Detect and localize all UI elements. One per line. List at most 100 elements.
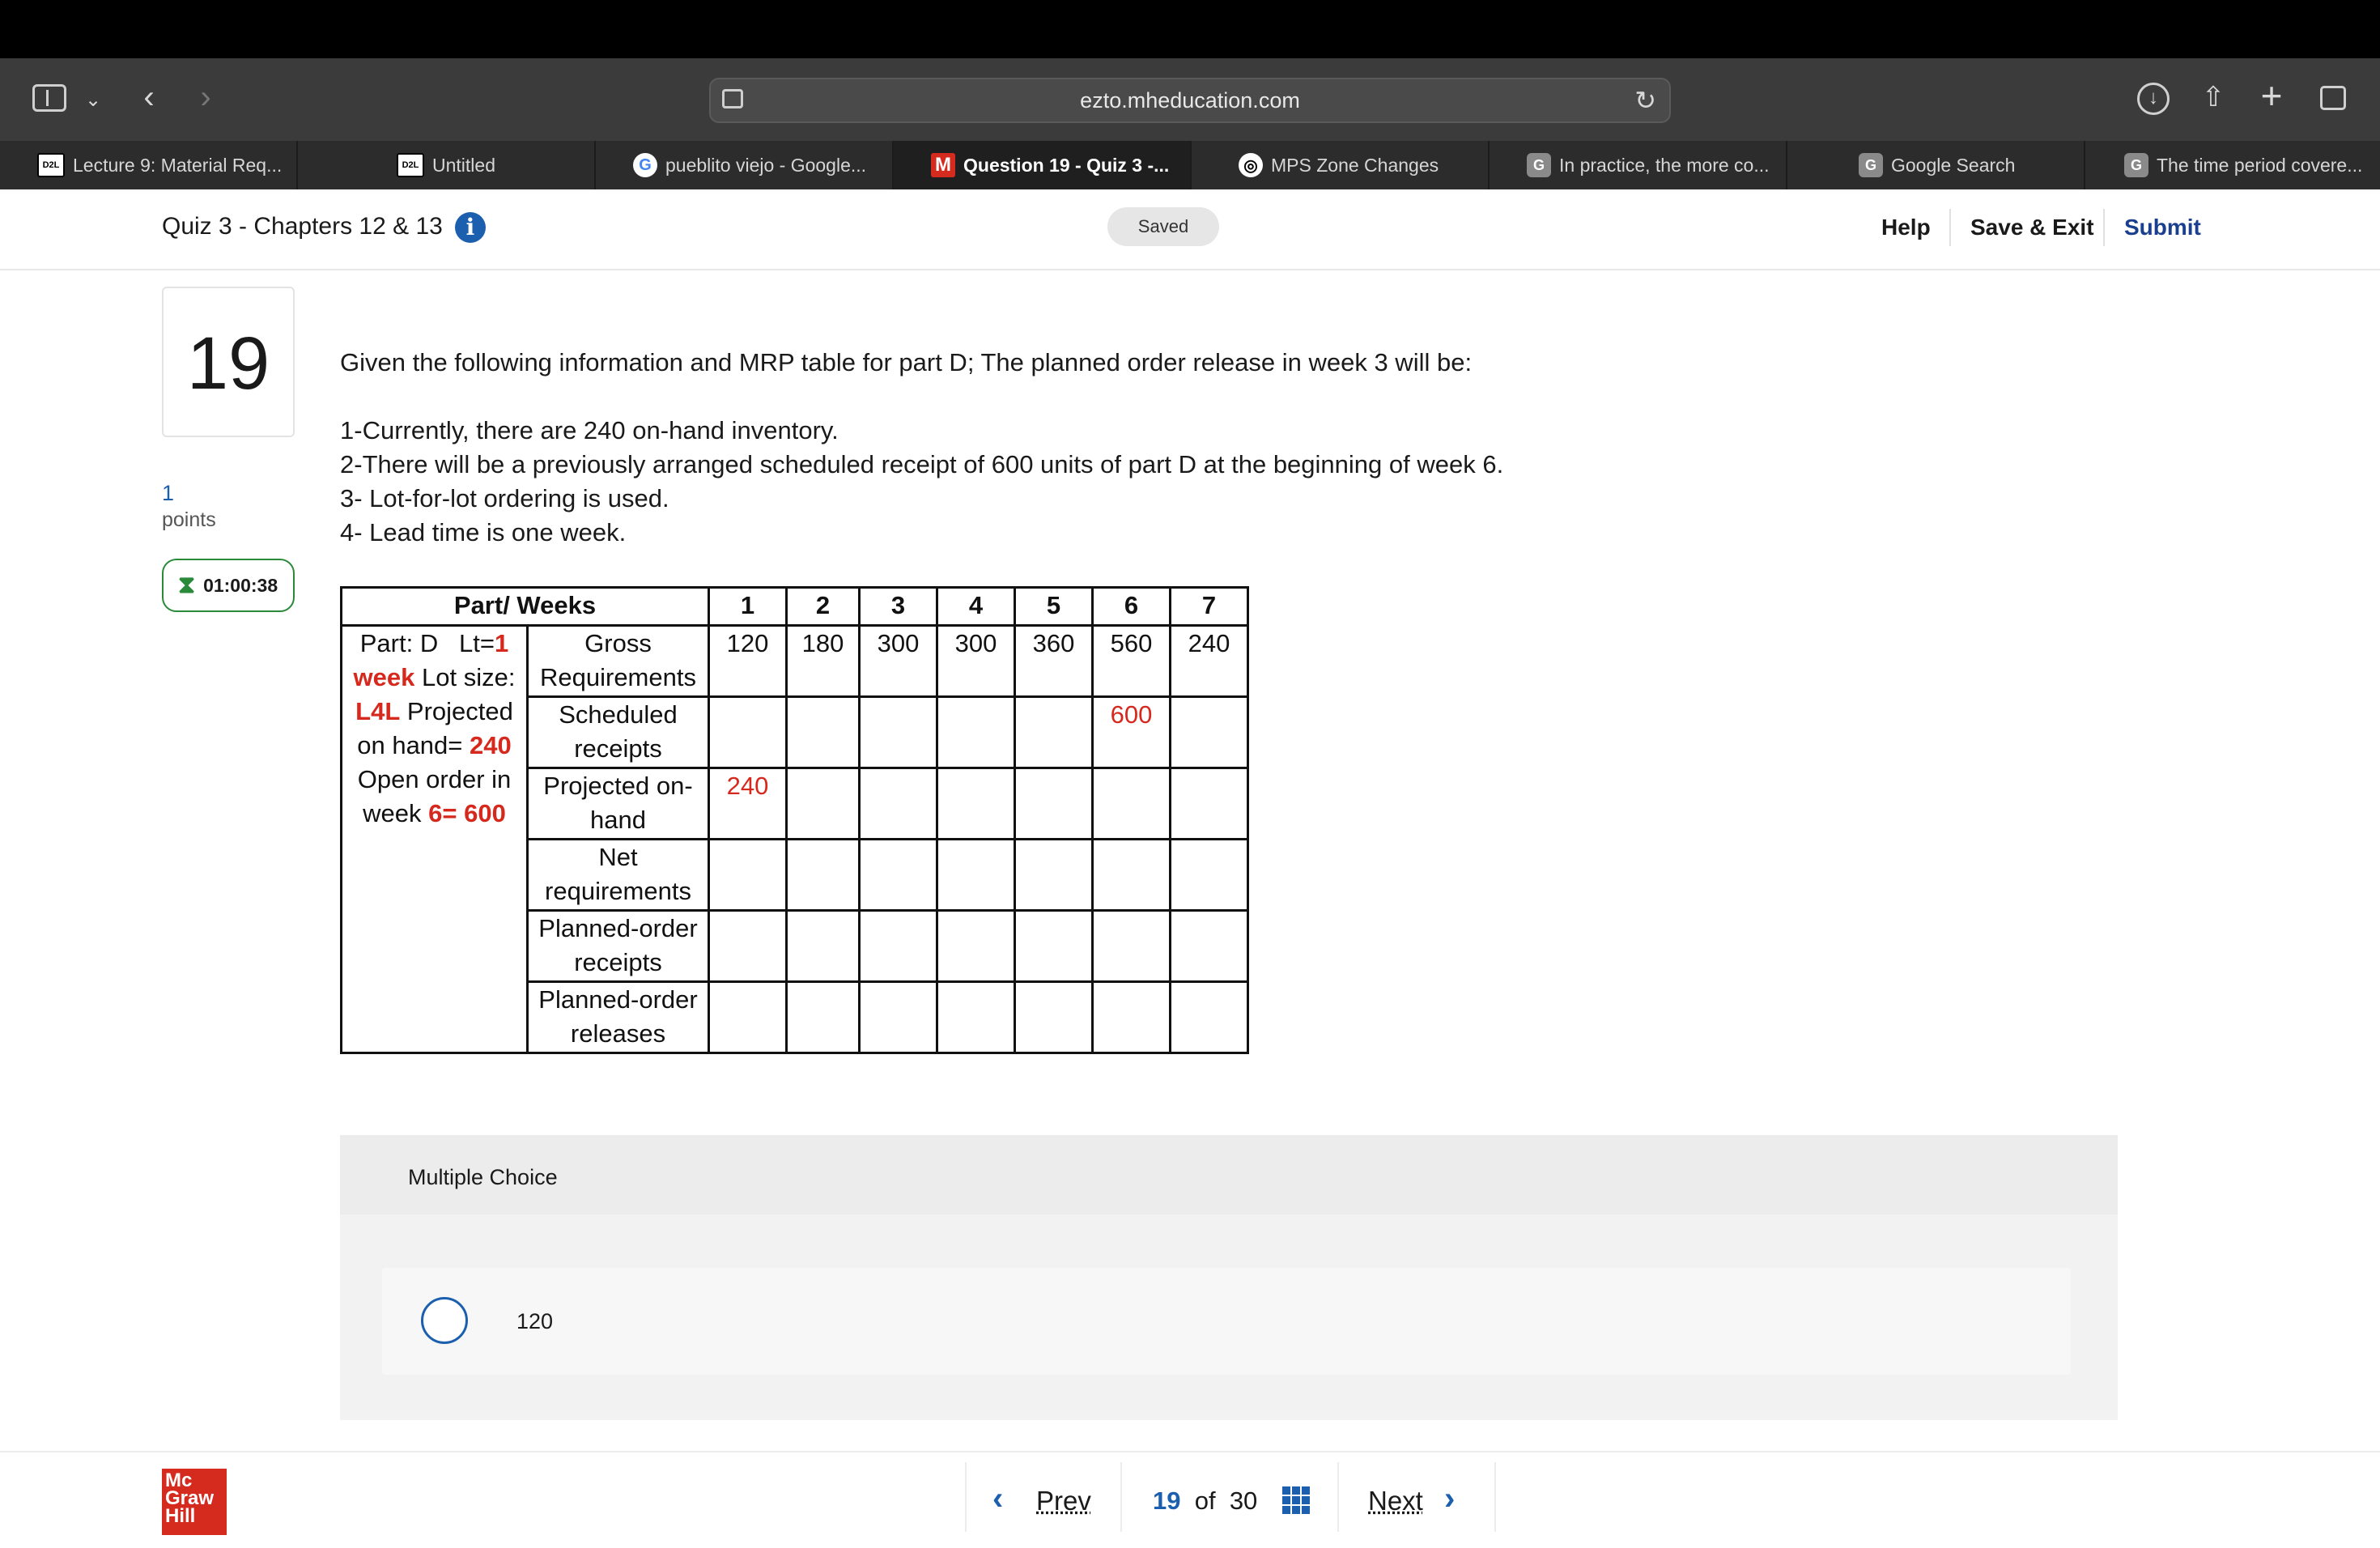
- tab-pueblito-viejo[interactable]: G pueblito viejo - Google...: [596, 141, 894, 189]
- tab-lecture-9[interactable]: D2L Lecture 9: Material Req...: [28, 141, 298, 189]
- divider: [1949, 209, 1951, 246]
- lt-value: 1: [495, 629, 509, 657]
- gross-cell: 300: [858, 624, 938, 698]
- tab-overview-icon[interactable]: [2320, 86, 2346, 110]
- address-bar[interactable]: ezto.mheducation.com ↻: [709, 78, 1671, 123]
- answer-radio[interactable]: [421, 1297, 468, 1344]
- gross-cell: 120: [708, 624, 788, 698]
- google-icon: G: [633, 153, 657, 177]
- scheduled-cell: [708, 695, 788, 769]
- scheduled-cell: [1169, 695, 1249, 769]
- google-icon: G: [1527, 153, 1551, 177]
- porel-cell: [785, 980, 861, 1054]
- screen-top-bar: [0, 0, 2380, 58]
- timer-value: 01:00:38: [203, 574, 278, 596]
- lot-size-value: L4L: [355, 697, 401, 725]
- week-label: week: [363, 799, 422, 827]
- porel-cell: [1169, 980, 1249, 1054]
- timer[interactable]: ⧗ 01:00:38: [162, 559, 295, 612]
- tab-in-practice[interactable]: G In practice, the more co...: [1490, 141, 1787, 189]
- gross-cell: 560: [1091, 624, 1171, 698]
- on-hand-value: 240: [470, 731, 512, 759]
- net-cell: [1014, 838, 1094, 912]
- gross-cell: 240: [1169, 624, 1249, 698]
- tab-question-19[interactable]: M Question 19 - Quiz 3 -...: [894, 141, 1192, 189]
- tab-label: The time period covere...: [2157, 154, 2363, 176]
- por-cell: [936, 909, 1016, 983]
- chevron-down-icon[interactable]: ⌄: [81, 84, 105, 117]
- forward-arrow-icon[interactable]: ›: [189, 81, 222, 113]
- save-exit-button[interactable]: Save & Exit: [1970, 212, 2094, 243]
- chevron-right-icon[interactable]: ›: [1444, 1478, 1455, 1519]
- net-cell: [1169, 838, 1249, 912]
- projected-cell: [1091, 767, 1171, 840]
- part-info-cell: Part: D Lt=1 week Lot size: L4L Projecte…: [340, 624, 529, 1054]
- table-row: Part: D Lt=1 week Lot size: L4L Projecte…: [340, 624, 1249, 1054]
- back-arrow-icon[interactable]: ‹: [133, 81, 165, 113]
- logo-line: Hill: [165, 1505, 196, 1527]
- por-cell: [1091, 909, 1171, 983]
- info-icon[interactable]: i: [455, 212, 486, 243]
- week-word: week: [353, 663, 415, 691]
- porel-cell: [1014, 980, 1094, 1054]
- scheduled-cell: [785, 695, 861, 769]
- help-link[interactable]: Help: [1881, 212, 1931, 243]
- next-button[interactable]: Next: [1368, 1483, 1423, 1519]
- row-label-porel: Planned-order releases: [526, 980, 710, 1054]
- scheduled-cell: [936, 695, 1016, 769]
- net-cell: [858, 838, 938, 912]
- projected-cell: [1014, 767, 1094, 840]
- prev-button[interactable]: Prev: [1036, 1483, 1091, 1519]
- divider: [1337, 1462, 1339, 1532]
- tab-label: pueblito viejo - Google...: [665, 154, 867, 176]
- google-icon: G: [1859, 153, 1883, 177]
- row-label-por: Planned-order receipts: [526, 909, 710, 983]
- net-cell: [708, 838, 788, 912]
- net-cell: [785, 838, 861, 912]
- tab-google-search[interactable]: G Google Search: [1787, 141, 2085, 189]
- chatgpt-icon: ◎: [1239, 153, 1263, 177]
- lot-size-label: Lot size:: [422, 663, 516, 691]
- porel-cell: [858, 980, 938, 1054]
- multiple-choice-label: Multiple Choice: [408, 1165, 558, 1189]
- google-icon: G: [2124, 153, 2148, 177]
- net-cell: [1091, 838, 1171, 912]
- tab-mps-zone-changes[interactable]: ◎ MPS Zone Changes: [1192, 141, 1490, 189]
- part-label: Part: D: [359, 629, 439, 657]
- reload-icon[interactable]: ↻: [1634, 84, 1656, 117]
- mcgraw-hill-icon: M: [931, 153, 955, 177]
- fact-3: 3- Lot-for-lot ordering is used.: [340, 484, 669, 512]
- projected-label: Projected: [406, 697, 513, 725]
- mcgraw-hill-logo: Mc Graw Hill: [162, 1469, 227, 1535]
- current-page: 19: [1153, 1486, 1181, 1515]
- question-grid-icon[interactable]: [1282, 1486, 1310, 1514]
- d2l-icon: D2L: [397, 153, 424, 177]
- projected-cell: [1169, 767, 1249, 840]
- scheduled-cell: 600: [1091, 695, 1171, 769]
- projected-cell: [858, 767, 938, 840]
- multiple-choice-header: [340, 1135, 2118, 1214]
- gross-cell: 180: [785, 624, 861, 698]
- answer-option-text: 120: [516, 1309, 554, 1333]
- tab-label: In practice, the more co...: [1559, 154, 1770, 176]
- row-label-projected: Projected on-hand: [526, 767, 710, 840]
- new-tab-icon[interactable]: +: [2255, 77, 2288, 114]
- porel-cell: [936, 980, 1016, 1054]
- por-cell: [1169, 909, 1249, 983]
- download-icon[interactable]: ↓: [2137, 83, 2170, 115]
- total-pages: 30: [1229, 1486, 1258, 1515]
- share-icon[interactable]: ⇧: [2197, 81, 2229, 113]
- answer-option[interactable]: [382, 1268, 2071, 1375]
- week-header: 3: [858, 586, 938, 627]
- page-indicator: 19 of 30: [1153, 1483, 1257, 1519]
- chevron-left-icon[interactable]: ‹: [992, 1478, 1003, 1519]
- tab-time-period[interactable]: G The time period covere...: [2085, 141, 2380, 189]
- week-header: 7: [1169, 586, 1249, 627]
- tab-untitled[interactable]: D2L Untitled: [298, 141, 596, 189]
- question-number: 19: [162, 287, 295, 437]
- submit-button[interactable]: Submit: [2124, 212, 2201, 243]
- sidebar-toggle-icon[interactable]: [32, 84, 66, 112]
- scheduled-cell: [1014, 695, 1094, 769]
- d2l-icon: D2L: [37, 153, 65, 177]
- saved-status-badge: Saved: [1107, 207, 1219, 246]
